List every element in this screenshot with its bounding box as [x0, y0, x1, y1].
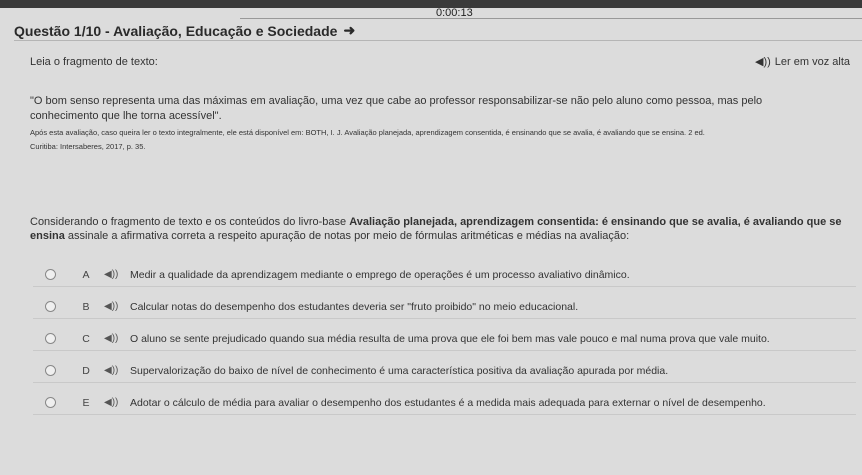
option-letter: A — [82, 268, 90, 281]
option-b[interactable]: B ◀)) Calcular notas do desempenho dos e… — [33, 295, 856, 319]
question-title: Questão 1/10 - Avaliação, Educação e Soc… — [14, 22, 355, 39]
quote-text: "O bom senso representa uma das máximas … — [30, 95, 763, 122]
speaker-icon[interactable]: ◀)) — [104, 333, 118, 344]
option-letter: D — [82, 364, 90, 377]
lead-text: Leia o fragmento de texto: — [30, 56, 158, 68]
option-text: Supervalorização do baixo de nível de co… — [130, 364, 669, 377]
reference-line-2: Curitiba: Intersaberes, 2017, p. 35. — [30, 142, 146, 151]
speaker-icon[interactable]: ◀)) — [104, 365, 118, 376]
speaker-icon[interactable]: ◀)) — [104, 301, 118, 312]
option-d[interactable]: D ◀)) Supervalorização do baixo de nível… — [33, 359, 856, 383]
option-letter: E — [82, 396, 90, 409]
option-c[interactable]: C ◀)) O aluno se sente prejudicado quand… — [33, 327, 856, 351]
header-divider — [240, 18, 862, 19]
answer-options: A ◀)) Medir a qualidade da aprendizagem … — [33, 263, 856, 423]
radio-button[interactable] — [45, 301, 56, 312]
title-divider — [14, 40, 862, 41]
option-text: O aluno se sente prejudicado quando sua … — [130, 332, 770, 345]
option-e[interactable]: E ◀)) Adotar o cálculo de média para ava… — [33, 391, 856, 415]
read-aloud-button[interactable]: ◀)) Ler em voz alta — [755, 55, 850, 69]
option-text: Medir a qualidade da aprendizagem median… — [130, 268, 630, 281]
option-a[interactable]: A ◀)) Medir a qualidade da aprendizagem … — [33, 263, 856, 287]
reference-line-1: Após esta avaliação, caso queira ler o t… — [30, 128, 705, 137]
radio-button[interactable] — [45, 333, 56, 344]
stem-part-1: Considerando o fragmento de texto e os c… — [30, 216, 350, 228]
option-text: Adotar o cálculo de média para avaliar o… — [130, 396, 766, 409]
question-stem: Considerando o fragmento de texto e os c… — [30, 215, 856, 243]
option-letter: B — [82, 300, 90, 313]
question-title-text: Questão 1/10 - Avaliação, Educação e Soc… — [14, 22, 338, 39]
speaker-icon[interactable]: ◀)) — [104, 269, 118, 280]
top-bar — [0, 0, 862, 8]
speaker-icon[interactable]: ◀)) — [104, 397, 118, 408]
option-letter: C — [82, 332, 90, 345]
option-text: Calcular notas do desempenho dos estudan… — [130, 300, 579, 313]
speaker-icon: ◀)) — [755, 56, 771, 68]
arrow-right-icon[interactable]: ➜ — [343, 22, 355, 39]
radio-button[interactable] — [45, 269, 56, 280]
radio-button[interactable] — [45, 365, 56, 376]
read-aloud-label: Ler em voz alta — [774, 55, 850, 68]
stem-part-2: assinale a afirmativa correta a respeito… — [64, 230, 630, 242]
radio-button[interactable] — [45, 397, 56, 408]
